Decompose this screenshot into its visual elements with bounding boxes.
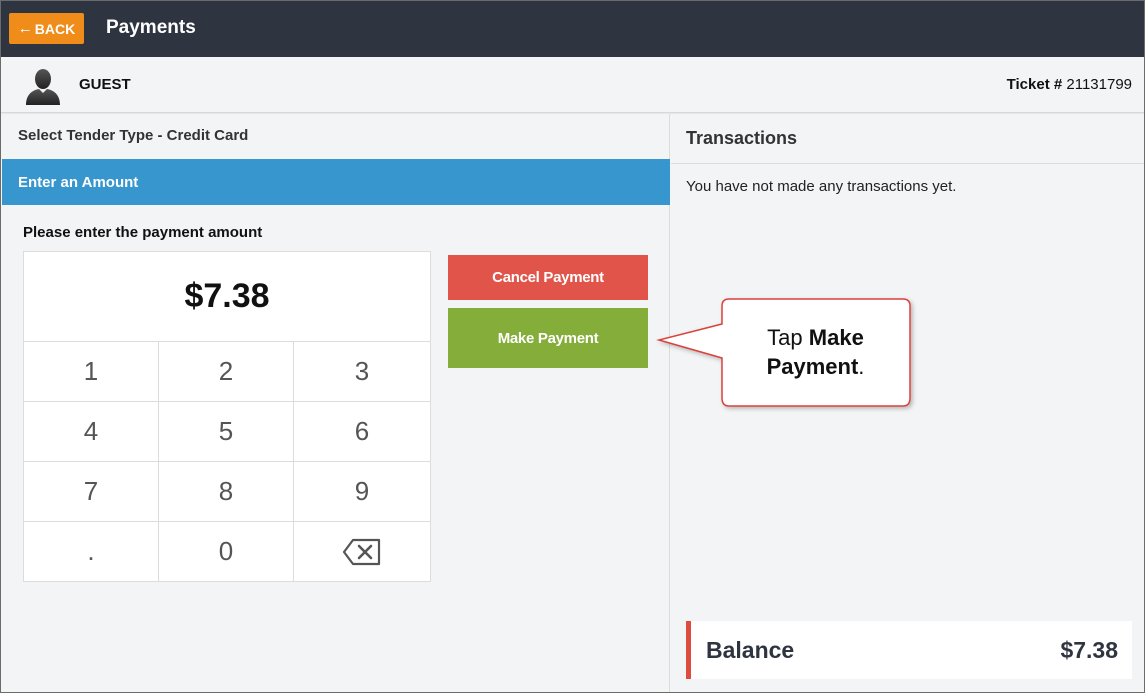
transactions-empty-message: You have not made any transactions yet. <box>686 178 957 195</box>
key-backspace[interactable] <box>294 522 430 581</box>
back-button[interactable]: ← BACK <box>9 13 84 44</box>
divider <box>671 163 1144 164</box>
ticket-value: 21131799 <box>1066 76 1132 93</box>
callout-text-end: . <box>858 354 865 379</box>
key-decimal[interactable]: . <box>24 522 159 581</box>
callout-text: Tap Make Payment. <box>723 323 908 381</box>
key-7[interactable]: 7 <box>24 462 159 522</box>
amount-display: $7.38 <box>24 252 430 342</box>
back-label: BACK <box>34 20 76 37</box>
key-2[interactable]: 2 <box>159 342 294 402</box>
transactions-title: Transactions <box>686 128 798 148</box>
key-3[interactable]: 3 <box>294 342 430 402</box>
ticket-label: Ticket # <box>1006 76 1063 93</box>
enter-amount-header: Enter an Amount <box>2 159 670 205</box>
key-1[interactable]: 1 <box>24 342 159 402</box>
balance-card: Balance $7.38 <box>686 621 1132 679</box>
callout-text-plain: Tap <box>767 325 809 350</box>
page-title: Payments <box>106 17 196 38</box>
app-window: ← BACK Payments GUEST Ticket # 21131799 … <box>0 0 1145 693</box>
key-5[interactable]: 5 <box>159 402 294 462</box>
key-6[interactable]: 6 <box>294 402 430 462</box>
guest-name: GUEST <box>79 76 131 93</box>
transactions-panel: Transactions You have not made any trans… <box>671 114 1144 692</box>
backspace-icon <box>342 538 381 565</box>
make-payment-button[interactable]: Make Payment <box>448 308 648 368</box>
keypad: $7.38 1 2 3 4 5 6 7 8 9 . 0 <box>23 251 431 582</box>
balance-label: Balance <box>706 636 795 663</box>
user-avatar-icon <box>26 69 60 105</box>
balance-value: $7.38 <box>1060 636 1118 663</box>
payment-panel: Select Tender Type - Credit Card Enter a… <box>1 114 670 692</box>
ticket-number: Ticket # 21131799 <box>1007 76 1132 93</box>
key-8[interactable]: 8 <box>159 462 294 522</box>
top-bar: ← BACK Payments <box>1 1 1144 57</box>
guest-bar: GUEST Ticket # 21131799 <box>1 57 1144 113</box>
key-4[interactable]: 4 <box>24 402 159 462</box>
tender-type-label: Select Tender Type - Credit Card <box>18 127 249 144</box>
amount-prompt: Please enter the payment amount <box>23 224 263 241</box>
key-9[interactable]: 9 <box>294 462 430 522</box>
key-0[interactable]: 0 <box>159 522 294 581</box>
arrow-left-icon: ← <box>17 20 33 37</box>
cancel-payment-button[interactable]: Cancel Payment <box>448 255 648 300</box>
